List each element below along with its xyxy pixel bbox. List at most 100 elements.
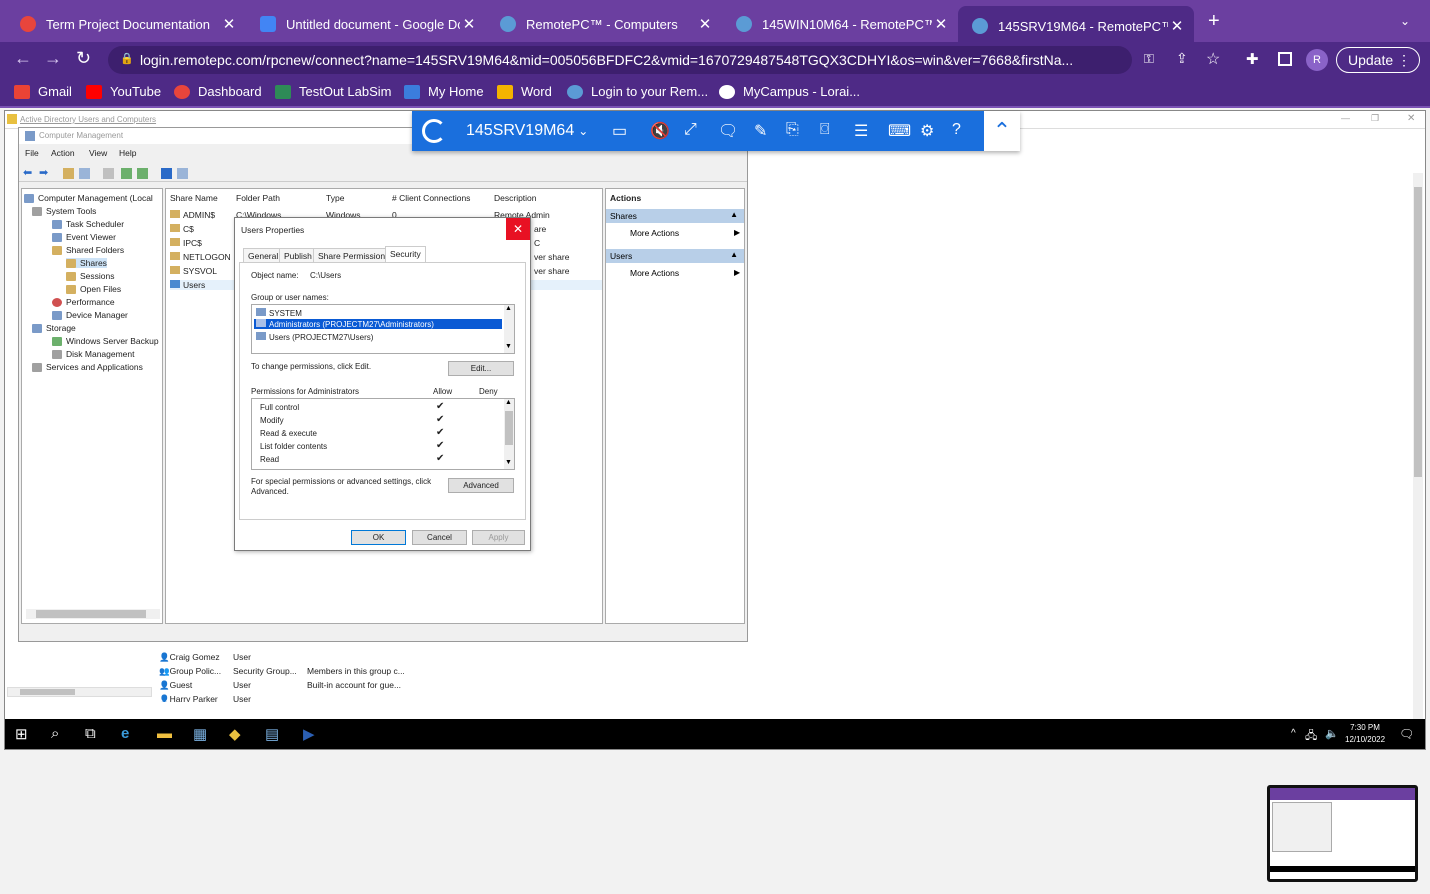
file-explorer-icon[interactable]: ▬ <box>157 725 172 742</box>
tree-item-computer-management[interactable]: Computer Management (Local <box>24 193 153 203</box>
tab-google-doc[interactable]: Untitled document - Google Dc ✕ <box>246 6 486 42</box>
chat-icon[interactable]: 🗨 <box>718 121 738 141</box>
bookmark-dashboard[interactable]: Dashboard <box>174 84 262 99</box>
tree-item-services-applications[interactable]: Services and Applications <box>32 362 143 372</box>
search-icon[interactable]: ⌕ <box>51 725 59 742</box>
volume-icon[interactable]: 🔈 <box>1325 727 1339 740</box>
share-icon[interactable]: ⇪ <box>1176 50 1188 67</box>
key-icon[interactable]: ⚿ <box>1144 51 1154 67</box>
back-icon[interactable]: ← <box>14 48 32 69</box>
mute-icon[interactable]: 🔇 <box>650 121 670 141</box>
forward-icon[interactable]: ➡ <box>39 166 48 179</box>
tree-hscroll[interactable] <box>26 609 160 619</box>
help-icon[interactable] <box>161 168 172 179</box>
task-view-icon[interactable]: ⧉ <box>85 725 96 742</box>
permissions-list[interactable]: Full control Modify Read & execute List … <box>251 398 515 470</box>
apply-button[interactable]: Apply <box>472 530 525 545</box>
list-item[interactable]: 👤Craig Gomez <box>159 652 220 663</box>
scroll-thumb[interactable] <box>36 610 146 618</box>
fullscreen-icon[interactable]: ⤢ <box>684 121 697 139</box>
help-icon[interactable]: ? <box>952 121 961 139</box>
more-actions-shares[interactable]: More Actions <box>630 228 679 238</box>
menu-action[interactable]: Action <box>51 148 75 158</box>
whiteboard-icon[interactable]: ✎ <box>754 121 767 141</box>
actions-section-shares[interactable]: Shares ▲ <box>606 209 744 223</box>
list-item[interactable]: 👤Guest <box>159 680 192 691</box>
tree-item-disk-management[interactable]: Disk Management <box>52 349 135 359</box>
star-icon[interactable]: ☆ <box>1206 49 1220 69</box>
close-icon[interactable]: ✕ <box>1168 17 1186 35</box>
tab-security[interactable]: Security <box>385 246 426 262</box>
more-actions-users[interactable]: More Actions <box>630 268 679 278</box>
tree-item-performance[interactable]: Performance <box>52 297 115 307</box>
column-type[interactable]: Type <box>326 193 344 203</box>
scroll-up-icon[interactable]: ▲ <box>505 305 512 312</box>
tree-item-task-scheduler[interactable]: Task Scheduler <box>52 219 124 229</box>
list-item[interactable]: Users (PROJECTM27\Users) <box>256 332 373 342</box>
close-icon[interactable]: ✕ <box>932 15 950 33</box>
chevron-down-icon[interactable]: ⌄ <box>578 124 588 138</box>
bookmark-my-home[interactable]: My Home <box>404 84 484 99</box>
tree-item-windows-server-backup[interactable]: Windows Server Backup <box>52 336 159 346</box>
scroll-down-icon[interactable]: ▼ <box>505 343 512 350</box>
column-folder-path[interactable]: Folder Path <box>236 193 280 203</box>
list-scrollbar[interactable]: ▲ ▼ <box>504 305 514 353</box>
menu-file[interactable]: File <box>25 148 39 158</box>
notes-icon[interactable]: ☰ <box>854 121 868 141</box>
screenshot-icon[interactable]: ⌼ <box>820 121 830 139</box>
tree-item-device-manager[interactable]: Device Manager <box>52 310 128 320</box>
cancel-button[interactable]: Cancel <box>412 530 467 545</box>
windows-start-icon[interactable]: ⊞ <box>15 725 28 743</box>
minimize-icon[interactable]: — <box>1341 113 1350 123</box>
gear-icon[interactable]: ⚙ <box>920 121 934 141</box>
keyboard-icon[interactable]: ⌨ <box>888 121 911 141</box>
forward-icon[interactable]: → <box>44 48 62 69</box>
clock[interactable]: 7:30 PM 12/10/2022 <box>1345 722 1385 746</box>
ad-tree-hscroll[interactable] <box>7 687 152 697</box>
table-row[interactable]: C$ <box>170 224 194 234</box>
url-field[interactable]: 🔒 login.remotepc.com/rpcnew/connect?name… <box>108 46 1132 74</box>
close-icon[interactable]: ✕ <box>696 15 714 33</box>
list-item-selected[interactable]: Administrators (PROJECTM27\Administrator… <box>254 319 502 329</box>
perm-scrollbar[interactable]: ▲ ▼ <box>504 399 514 469</box>
tab-145srv19m64[interactable]: 145SRV19M64 - RemotePC™ \ ✕ <box>958 6 1194 46</box>
list-item[interactable]: 👤Harry Parker <box>159 694 218 702</box>
show-hide-tree-icon[interactable] <box>79 168 90 179</box>
refresh-icon[interactable] <box>121 168 132 179</box>
reload-icon[interactable]: ↻ <box>76 48 91 69</box>
sidepanel-icon[interactable] <box>1278 52 1292 66</box>
table-row[interactable]: SYSVOL <box>170 266 217 276</box>
powershell-icon[interactable]: ▶ <box>303 725 315 743</box>
column-description[interactable]: Description <box>494 193 537 203</box>
table-row[interactable]: IPC$ <box>170 238 202 248</box>
computer-name[interactable]: 145SRV19M64 <box>466 122 574 140</box>
tab-publish[interactable]: Publish <box>279 248 317 263</box>
ok-button[interactable]: OK <box>351 530 406 545</box>
bookmark-remotepc-login[interactable]: Login to your Rem... <box>567 84 708 99</box>
actions-section-users[interactable]: Users ▲ <box>606 249 744 263</box>
scroll-thumb[interactable] <box>1414 187 1422 477</box>
close-icon[interactable]: ✕ <box>460 15 478 33</box>
menu-view[interactable]: View <box>89 148 107 158</box>
tab-145win10m64[interactable]: 145WIN10M64 - RemotePC™ \ ✕ <box>722 6 958 42</box>
tree-item-system-tools[interactable]: System Tools <box>32 206 96 216</box>
bookmark-testout[interactable]: TestOut LabSim <box>275 84 392 99</box>
tray-chevron-icon[interactable]: ^ <box>1291 728 1296 739</box>
close-icon[interactable]: ✕ <box>220 15 238 33</box>
computer-management-icon[interactable]: ▤ <box>265 725 279 743</box>
properties-icon[interactable] <box>103 168 114 179</box>
scroll-down-icon[interactable]: ▼ <box>505 459 512 466</box>
remote-preview-thumbnail[interactable] <box>1267 785 1418 882</box>
list-item[interactable]: SYSTEM <box>256 308 302 318</box>
tree-item-sessions[interactable]: Sessions <box>66 271 115 281</box>
tab-remotepc-computers[interactable]: RemotePC™ - Computers ✕ <box>486 6 722 42</box>
notification-icon[interactable]: 🗨 <box>1399 727 1414 741</box>
scroll-thumb[interactable] <box>505 411 513 445</box>
extensions-icon[interactable]: ✚ <box>1246 50 1259 68</box>
new-tab-button[interactable]: + <box>1208 10 1220 33</box>
column-client-connections[interactable]: # Client Connections <box>392 193 470 203</box>
tab-term-project[interactable]: Term Project Documentation ✕ <box>6 6 246 42</box>
edge-icon[interactable]: e <box>121 725 129 742</box>
server-manager-icon[interactable]: ▦ <box>193 725 207 743</box>
table-row[interactable]: ADMIN$ <box>170 210 215 220</box>
